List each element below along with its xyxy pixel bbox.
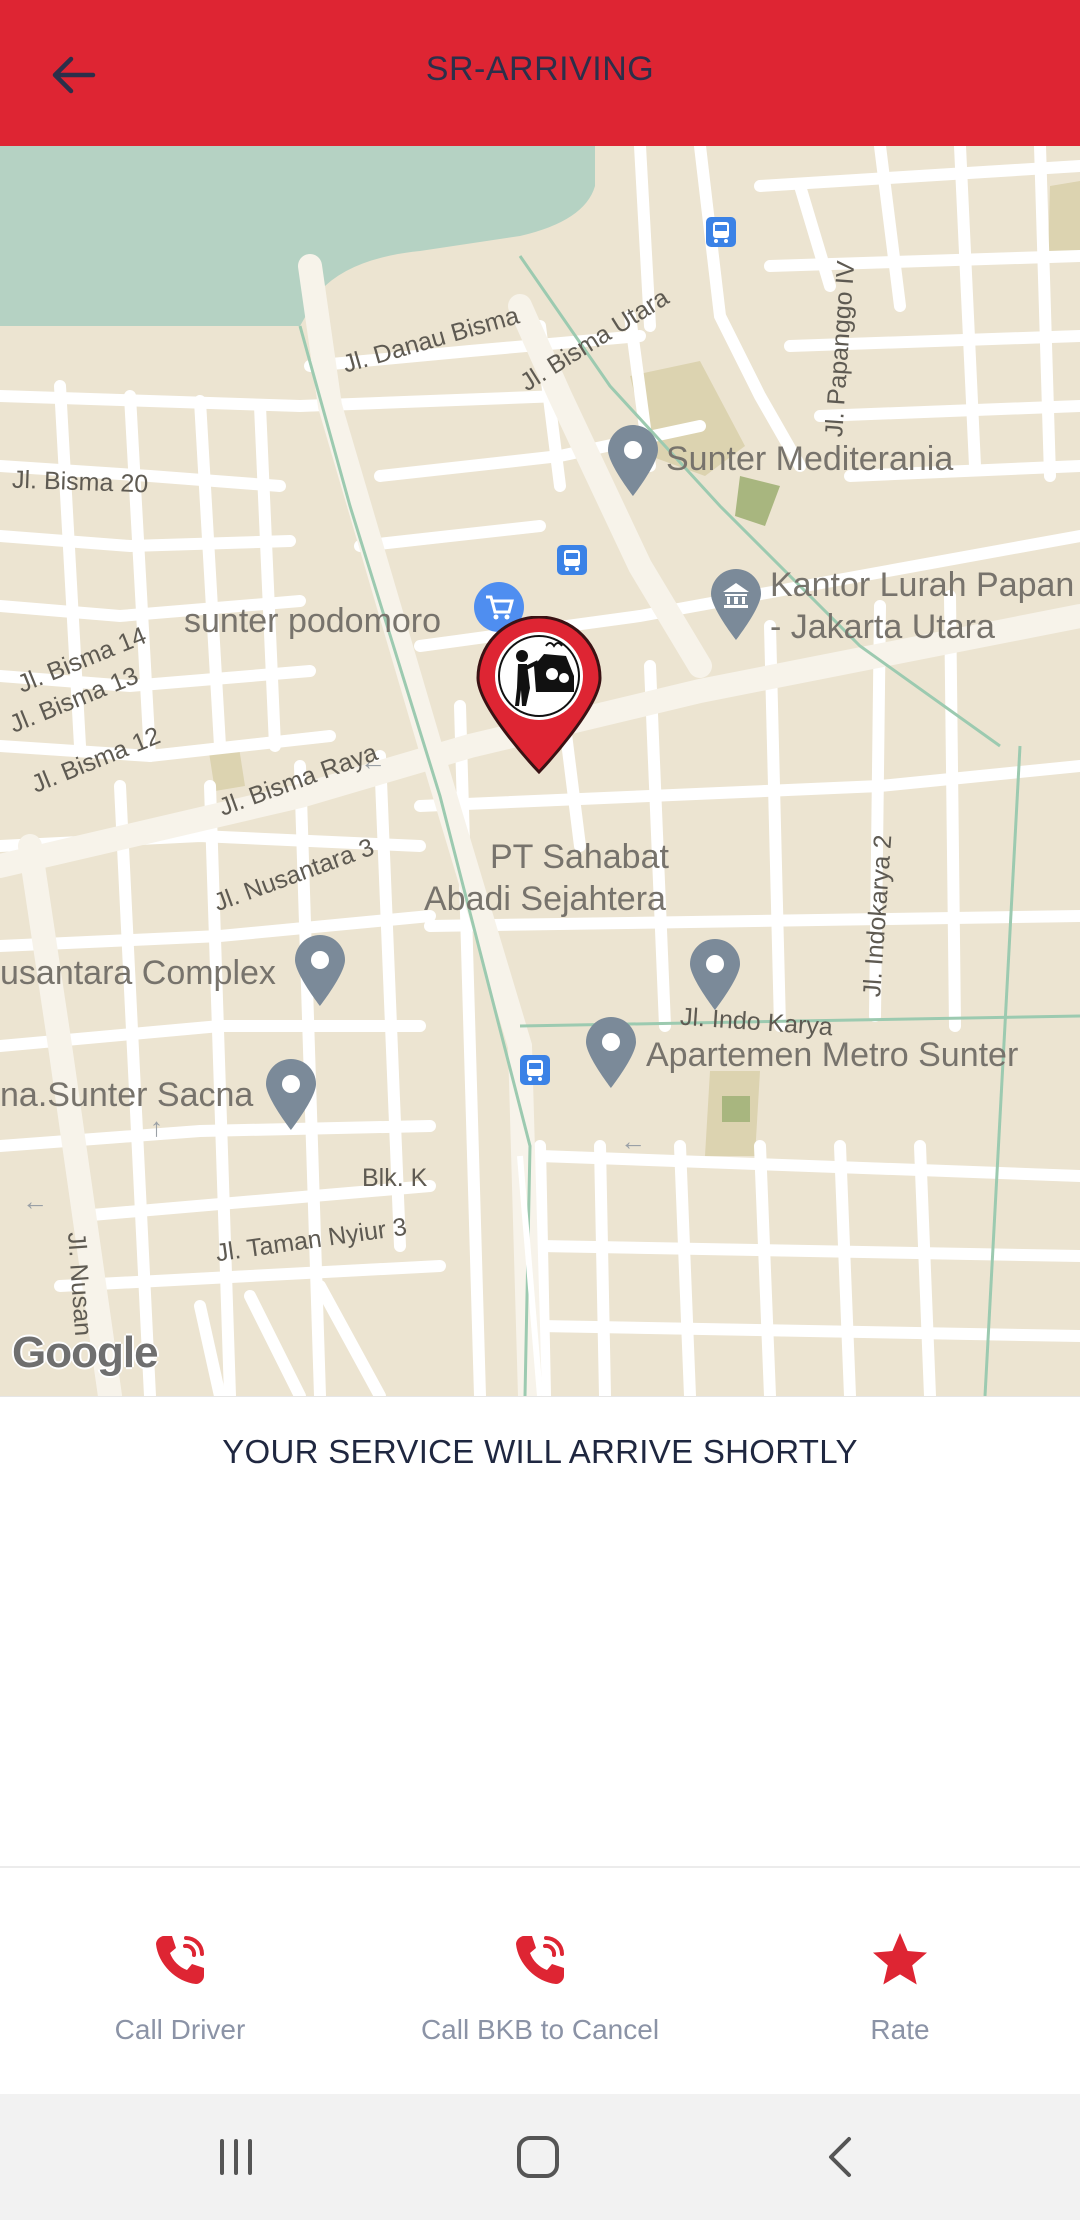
status-message: YOUR SERVICE WILL ARRIVE SHORTLY [222,1433,858,1470]
action-bar: Call Driver Call BKB to Cancel Rate [0,1866,1080,2096]
rate-button[interactable]: Rate [740,1928,1060,2046]
home-button[interactable] [498,2122,578,2192]
call-driver-button[interactable]: Call Driver [20,1928,340,2046]
poi-label: Apartemen Metro Sunter [646,1036,1019,1074]
system-nav-bar [0,2094,1080,2220]
government-building-icon [711,569,761,640]
bus-stop-icon [520,1055,550,1085]
call-bkb-cancel-label: Call BKB to Cancel [420,2014,660,2045]
poi-label: Sunter Mediterania [666,440,954,478]
page-title: SR-ARRIVING [425,50,655,88]
poi-label: usantara Complex [0,954,276,992]
poi-pin-icon [266,1059,316,1130]
direction-arrow-icon: ← [360,746,386,776]
app-bar: SR-ARRIVING [0,0,1080,146]
direction-arrow-icon: ← [620,1126,646,1156]
map-view[interactable]: Jl. Danau Bisma Jl. Bisma Utara Jl. Papa… [0,146,1080,1396]
poi-label: Abadi Sejahtera [424,880,666,918]
map-attribution-logo: Google [12,1328,159,1377]
system-back-button[interactable] [800,2122,880,2192]
road-label: Jl. Bisma 20 [11,465,149,499]
home-icon [517,2136,559,2178]
poi-pin-icon [608,425,658,496]
poi-label: na.Sunter Sacna [0,1076,254,1114]
call-driver-label: Call Driver [114,2014,246,2045]
recents-icon [220,2139,252,2175]
call-bkb-cancel-button[interactable]: Call BKB to Cancel [380,1928,700,2046]
service-location-marker-icon[interactable] [474,616,604,776]
poi-label: - Jakarta Utara [770,608,995,646]
bus-stop-icon [706,217,736,247]
poi-label: sunter podomoro [184,602,442,640]
poi-label: PT Sahabat [490,838,669,876]
direction-arrow-icon: ↑ [150,1112,163,1142]
poi-pin-icon [690,939,740,1010]
bus-stop-icon [557,545,587,575]
star-icon [873,1933,927,1985]
phone-ringing-icon [516,1936,564,1984]
status-panel: YOUR SERVICE WILL ARRIVE SHORTLY [0,1396,1080,1867]
road-label: Blk. K [362,1164,428,1192]
back-chevron-icon [829,2137,851,2177]
recents-button[interactable] [196,2122,276,2192]
poi-pin-icon [295,935,345,1006]
poi-pin-icon [586,1017,636,1088]
direction-arrow-icon: ← [22,1186,48,1216]
poi-label: Kantor Lurah Papan [770,566,1075,604]
phone-ringing-icon [156,1936,204,1984]
rate-label: Rate [870,2014,930,2045]
